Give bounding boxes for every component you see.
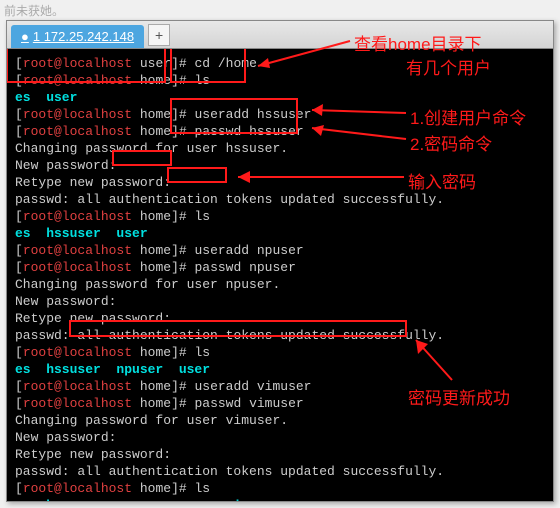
annotation-2: 1.创建用户命令 [410, 104, 526, 129]
line-14: Changing password for user npuser. [15, 276, 545, 293]
line-17: passwd: all authentication tokens update… [15, 327, 545, 344]
ls-output-2: es hssuser user [15, 225, 545, 242]
terminal-window: ● 1 172.25.242.148 + [root@localhost use… [6, 20, 554, 502]
ls-output-3: es hssuser npuser user [15, 361, 545, 378]
line-26: [root@localhost home]# ls [15, 480, 545, 497]
line-12: [root@localhost home]# useradd npuser [15, 242, 545, 259]
line-10: [root@localhost home]# ls [15, 208, 545, 225]
line-22: Changing password for user vimuser. [15, 412, 545, 429]
line-13: [root@localhost home]# passwd npuser [15, 259, 545, 276]
line-23: New password: [15, 429, 545, 446]
tab-title: 1 172.25.242.148 [33, 29, 134, 44]
new-tab-button[interactable]: + [148, 24, 170, 46]
annotation-5: 密码更新成功 [408, 384, 510, 409]
ls-output-4: es hssuser npuser user vimuser [15, 497, 545, 501]
tab-dot-icon: ● [21, 29, 29, 44]
line-25: passwd: all authentication tokens update… [15, 463, 545, 480]
annotation-1-line2: 有几个用户 [406, 54, 491, 79]
annotation-3: 2.密码命令 [410, 130, 492, 155]
annotation-1-line1: 查看home目录下 [354, 30, 482, 55]
tab-active[interactable]: ● 1 172.25.242.148 [11, 25, 144, 48]
line-15: New password: [15, 293, 545, 310]
line-9: passwd: all authentication tokens update… [15, 191, 545, 208]
line-18: [root@localhost home]# ls [15, 344, 545, 361]
line-24: Retype new password: [15, 446, 545, 463]
external-text: 前未获她。 [4, 2, 64, 19]
annotation-4: 输入密码 [408, 168, 476, 193]
line-16: Retype new password: [15, 310, 545, 327]
